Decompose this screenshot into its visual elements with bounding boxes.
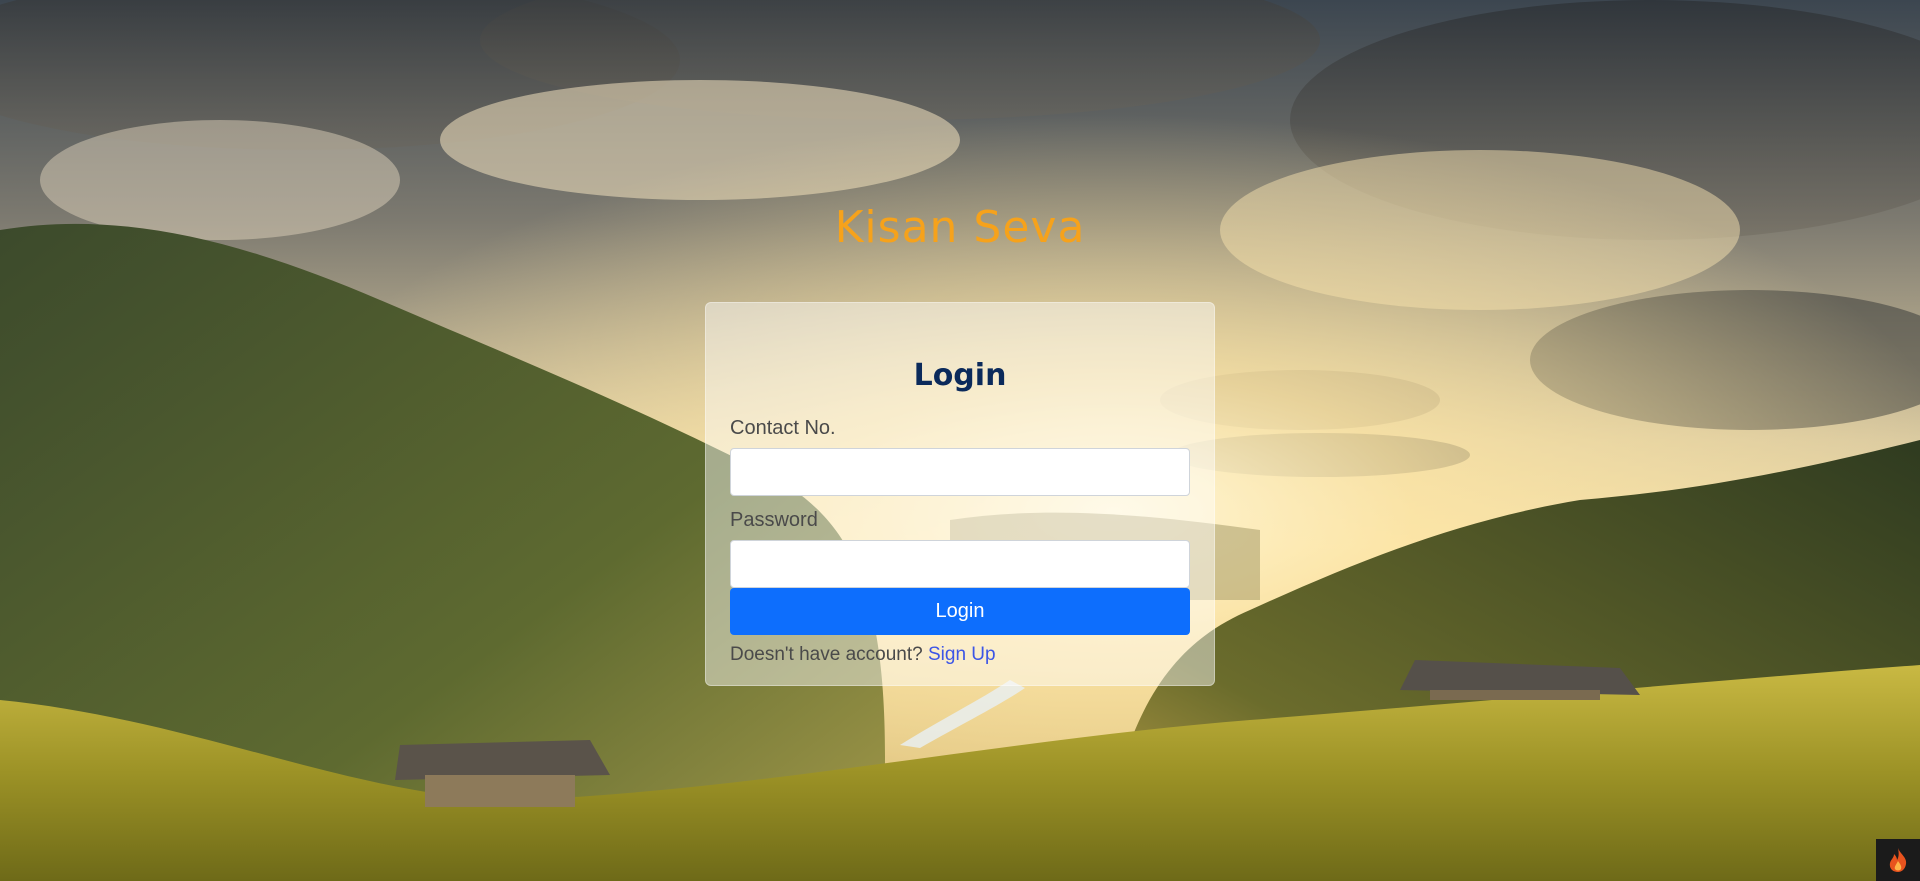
contact-label: Contact No. <box>730 417 836 439</box>
login-heading: Login <box>913 358 1007 393</box>
brand-title: Kisan Seva <box>834 202 1086 253</box>
contact-input[interactable] <box>730 448 1190 496</box>
login-card: Login Contact No. Password Login Doesn't… <box>705 302 1215 686</box>
corner-badge[interactable] <box>1876 839 1920 881</box>
login-button[interactable]: Login <box>730 588 1190 635</box>
signup-row: Doesn't have account? Sign Up <box>730 642 1190 668</box>
password-label: Password <box>730 509 818 531</box>
signup-link[interactable]: Sign Up <box>928 644 996 665</box>
flame-icon <box>1889 848 1907 872</box>
signup-prompt: Doesn't have account? <box>730 644 923 665</box>
password-input[interactable] <box>730 540 1190 588</box>
